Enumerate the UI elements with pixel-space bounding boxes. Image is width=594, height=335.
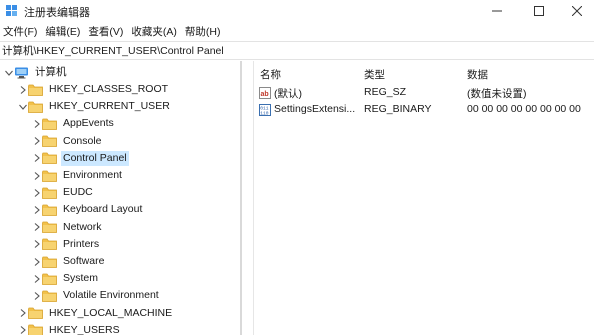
chevron-right-icon[interactable] [32,167,42,184]
tree-item-label: Volatile Environment [63,289,159,302]
value-data: (数值未设置) [467,88,527,100]
tree-item-label: HKEY_CLASSES_ROOT [49,83,169,95]
tree-item-label: HKEY_CURRENT_USER [49,100,170,113]
folder-icon [42,204,57,216]
tree-item-hkey-classes-root[interactable]: HKEY_CLASSES_ROOT [0,81,236,98]
tree-item-label: 计算机 [35,66,67,78]
tree-item-volatile-environment[interactable]: Volatile Environment [0,287,236,304]
tree-pane[interactable]: 计算机 HKEY_CLASSES_ROOT HKEY_CURRENT_USER Ap… [0,61,244,335]
value-type: REG_BINARY [364,103,432,115]
string-value-icon: ab [259,87,271,99]
folder-icon [42,135,57,147]
tree-item-label: HKEY_LOCAL_MACHINE [49,306,173,319]
chevron-right-icon[interactable] [32,150,42,167]
folder-icon [42,118,57,130]
column-header-type[interactable]: 类型 [364,67,385,82]
svg-text:110: 110 [260,111,269,117]
tree-item-label: EUDC [63,186,93,199]
tree-item-label: Network [63,220,102,233]
minimize-icon [492,10,502,12]
value-data: 00 00 00 00 00 00 00 00 [467,103,581,115]
folder-icon [42,273,57,285]
window-title: 注册表编辑器 [24,7,90,19]
minimize-button[interactable] [478,0,516,22]
value-name: SettingsExtensi... [274,103,356,115]
chevron-right-icon[interactable] [32,184,42,201]
pane-splitter[interactable] [240,61,242,335]
folder-icon [28,101,43,113]
tree-item-software[interactable]: Software [0,253,236,270]
folder-icon [42,256,57,268]
value-name: (默认) [274,88,302,100]
chevron-down-icon[interactable] [18,98,28,115]
tree-item-environment[interactable]: Environment [0,167,236,184]
chevron-right-icon[interactable] [32,253,42,270]
values-pane[interactable]: 名称 类型 数据 ab (默认) REG_SZ (数值未设置) 011 110 … [254,61,594,335]
tree-item-eudc[interactable]: EUDC [0,184,236,201]
title-bar: 注册表编辑器 [0,0,594,22]
tree-item-computer[interactable]: 计算机 [0,64,236,81]
tree-item-label: HKEY_USERS [49,323,120,335]
maximize-button[interactable] [520,0,558,22]
tree-item-network[interactable]: Network [0,219,236,236]
tree-item-printers[interactable]: Printers [0,236,236,253]
tree-item-appevents[interactable]: AppEvents [0,115,236,132]
chevron-right-icon[interactable] [18,81,28,98]
tree-item-control-panel[interactable]: Control Panel [0,150,236,167]
menu-favorites[interactable]: 收藏夹(A) [127,24,181,39]
close-button[interactable] [558,0,594,22]
column-header-name[interactable]: 名称 [260,67,281,82]
close-icon [572,6,582,16]
maximize-icon [534,6,544,16]
chevron-right-icon[interactable] [32,219,42,236]
value-type: REG_SZ [364,86,407,98]
chevron-right-icon[interactable] [32,287,42,304]
tree-item-label: Console [63,134,102,147]
chevron-right-icon[interactable] [32,236,42,253]
chevron-down-icon[interactable] [4,64,14,81]
menu-file[interactable]: 文件(F) [0,24,41,39]
tree-item-label: Keyboard Layout [63,203,143,216]
folder-icon [28,324,43,335]
tree-item-label: Control Panel [61,150,129,166]
menu-view[interactable]: 查看(V) [84,24,127,39]
chevron-right-icon[interactable] [32,133,42,150]
registry-editor-icon [6,5,17,16]
computer-icon [14,67,29,79]
tree-item-label: Software [63,255,105,267]
folder-icon [28,307,43,319]
tree-item-keyboard-layout[interactable]: Keyboard Layout [0,201,236,218]
tree-item-label: Environment [63,169,122,181]
menu-bar: 文件(F) 编辑(E) 查看(V) 收藏夹(A) 帮助(H) [0,22,594,41]
folder-icon [42,170,57,182]
tree-item-system[interactable]: System [0,270,236,287]
menu-help[interactable]: 帮助(H) [181,24,225,39]
tree-item-hkey-users[interactable]: HKEY_USERS [0,322,236,335]
tree-item-label: System [63,272,99,285]
folder-icon [42,152,57,165]
svg-text:ab: ab [261,91,269,98]
value-row[interactable]: ab (默认) REG_SZ (数值未设置) [254,85,594,102]
value-row[interactable]: 011 110 SettingsExtensi... REG_BINARY 00… [254,102,594,119]
chevron-right-icon[interactable] [18,305,28,322]
folder-icon [42,221,57,233]
chevron-right-icon[interactable] [32,115,42,132]
tree-item-label: Printers [63,237,100,250]
tree-item-hkey-current-user[interactable]: HKEY_CURRENT_USER [0,98,236,115]
folder-icon [42,290,57,302]
folder-icon [42,238,57,251]
column-header-data[interactable]: 数据 [467,67,488,82]
chevron-right-icon[interactable] [32,201,42,218]
chevron-right-icon[interactable] [18,322,28,335]
tree-item-console[interactable]: Console [0,133,236,150]
address-bar[interactable]: 计算机\HKEY_CURRENT_USER\Control Panel [0,41,594,60]
tree-item-label: AppEvents [63,117,114,130]
folder-icon [42,187,57,199]
folder-icon [28,84,43,96]
chevron-right-icon[interactable] [32,270,42,287]
binary-value-icon: 011 110 [259,104,271,116]
tree-item-hkey-local-machine[interactable]: HKEY_LOCAL_MACHINE [0,305,236,322]
menu-edit[interactable]: 编辑(E) [41,24,84,39]
